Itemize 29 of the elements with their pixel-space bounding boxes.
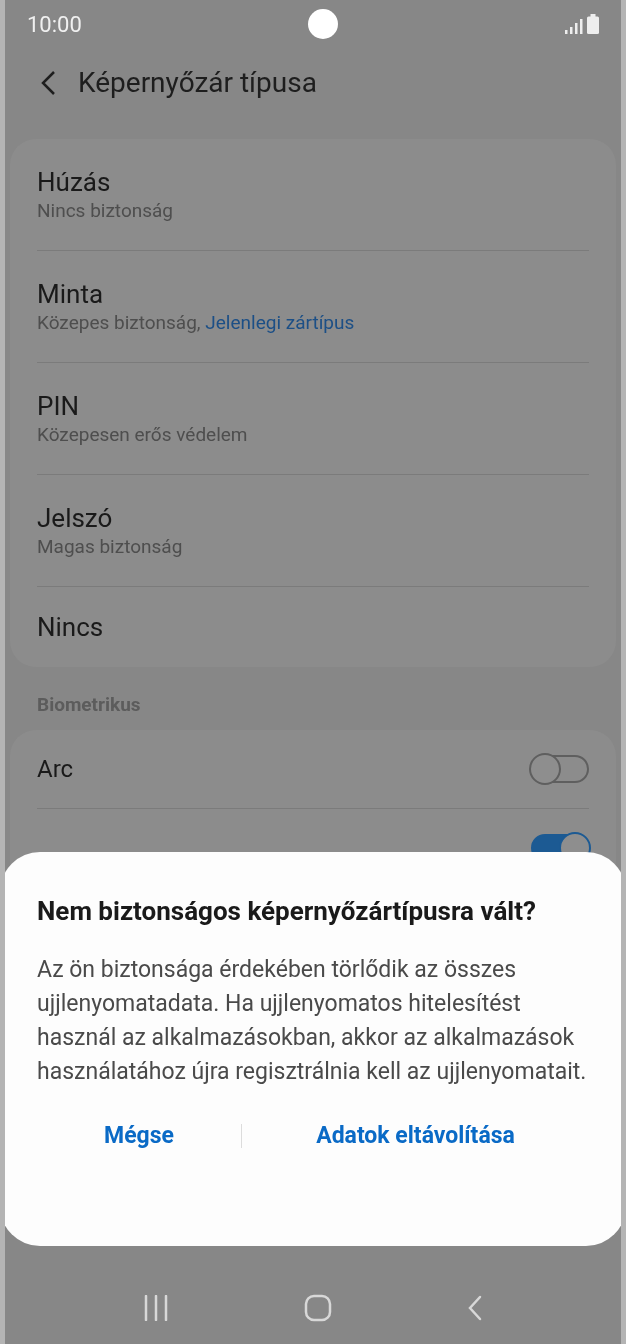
toggle-switch[interactable] bbox=[531, 754, 589, 783]
camera-hole-icon bbox=[308, 9, 339, 39]
item-title: PIN bbox=[37, 389, 81, 422]
dialog-button[interactable]: Adatok eltávolítása bbox=[242, 1119, 589, 1154]
item-subtitle: Közepes biztonság, Jelenlegi zártípus bbox=[37, 309, 356, 336]
signal-icon bbox=[565, 18, 583, 34]
home-icon[interactable] bbox=[304, 1294, 332, 1322]
dialog-title: Nem biztonságos képernyőzártípusra vált? bbox=[37, 895, 537, 928]
dialog-button[interactable]: Mégse bbox=[37, 1119, 241, 1154]
item-subtitle: Nincs biztonság bbox=[37, 197, 174, 224]
item-title: Nincs bbox=[37, 611, 105, 643]
item-title: Húzás bbox=[37, 165, 112, 198]
item-subtitle: Közepesen erős védelem bbox=[37, 421, 249, 448]
recent-apps-icon[interactable] bbox=[142, 1295, 169, 1321]
back-icon[interactable] bbox=[40, 70, 56, 96]
lock-type-item[interactable]: Nincs bbox=[37, 587, 589, 667]
page-title: Képernyőzár típusa bbox=[78, 65, 317, 101]
lock-type-item[interactable]: PIN Közepesen erős védelem bbox=[37, 363, 589, 475]
dialog-message: Az ön biztonsága érdekében törlődik az összes ujjlenyomatadata. Ha ujjlenyomatos hitelesítést használ az alkalmazásokban, akkor az alkalmazások használatához újra regisztrálnia kell az ujjlenyomatait. bbox=[37, 955, 588, 1087]
item-title: Jelszó bbox=[37, 501, 114, 534]
back-icon[interactable] bbox=[467, 1295, 484, 1321]
lock-type-item[interactable]: Minta Közepes biztonság, Jelenlegi zártípus bbox=[37, 251, 589, 363]
status-time: 10:00 bbox=[27, 10, 82, 39]
lock-type-item[interactable]: Jelszó Magas biztonság bbox=[37, 475, 589, 587]
item-subtitle: Magas biztonság bbox=[37, 533, 184, 560]
lock-type-item[interactable]: Húzás Nincs biztonság bbox=[37, 139, 589, 251]
item-title: Arc bbox=[37, 753, 74, 785]
battery-icon bbox=[587, 14, 599, 34]
item-title: Minta bbox=[37, 277, 105, 310]
